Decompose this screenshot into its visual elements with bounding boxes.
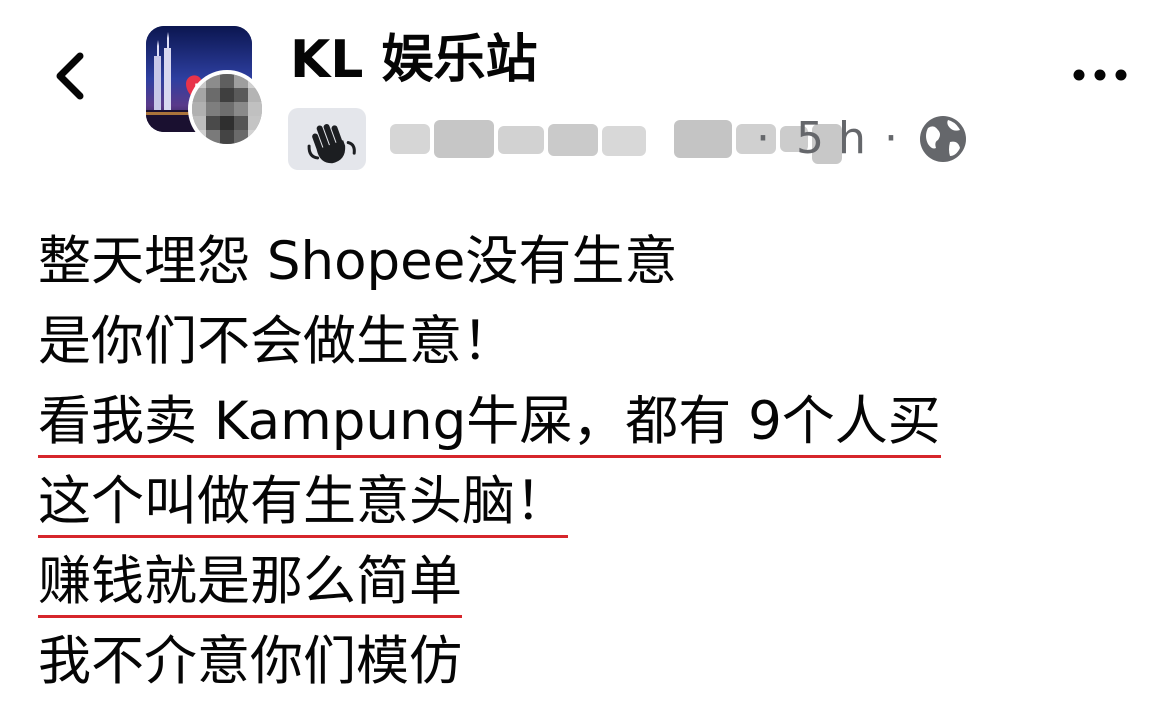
meta-separator: · [756, 113, 770, 164]
more-dots-icon [1073, 69, 1127, 81]
post-line-text: 赚钱就是那么简单 [38, 542, 462, 622]
post-line-underlined: 看我卖 Kampung牛屎，都有 9个人买 [38, 382, 1138, 462]
post-body: 整天埋怨 Shopee没有生意 是你们不会做生意！ 看我卖 Kampung牛屎，… [38, 222, 1138, 702]
post-line-text: 我不介意你们模仿 [38, 631, 462, 692]
privacy-audience[interactable] [916, 112, 970, 166]
back-button[interactable] [46, 46, 96, 106]
post-timestamp[interactable]: 5 h [796, 114, 866, 164]
user-avatar[interactable] [188, 70, 266, 148]
user-avatar-pixelated [192, 74, 262, 144]
member-badge[interactable] [288, 108, 366, 170]
post-line-text: 整天埋怨 Shopee没有生意 [38, 231, 678, 292]
post-line-text: 是你们不会做生意！ [38, 311, 515, 372]
post-line-underlined: 赚钱就是那么简单 [38, 542, 1138, 622]
meta-separator-2: · [884, 113, 898, 164]
post-line-text: 看我卖 Kampung牛屎，都有 9个人买 [38, 382, 941, 462]
page-title[interactable]: KL 娱乐站 [290, 28, 538, 92]
chevron-left-icon [56, 52, 84, 100]
post-header: KL 娱乐站 · 5 h · [0, 0, 1170, 180]
post-line-underlined: 这个叫做有生意头脑！ [38, 462, 1138, 542]
post-line: 我不介意你们模仿 [38, 622, 1138, 702]
waving-hand-icon [307, 124, 356, 164]
post-line: 是你们不会做生意！ [38, 302, 1138, 382]
post-line-text: 这个叫做有生意头脑！ [38, 462, 568, 542]
post-line: 整天埋怨 Shopee没有生意 [38, 222, 1138, 302]
more-options-button[interactable] [1072, 60, 1128, 90]
post-meta: · 5 h · [288, 108, 988, 170]
globe-icon [920, 116, 966, 162]
